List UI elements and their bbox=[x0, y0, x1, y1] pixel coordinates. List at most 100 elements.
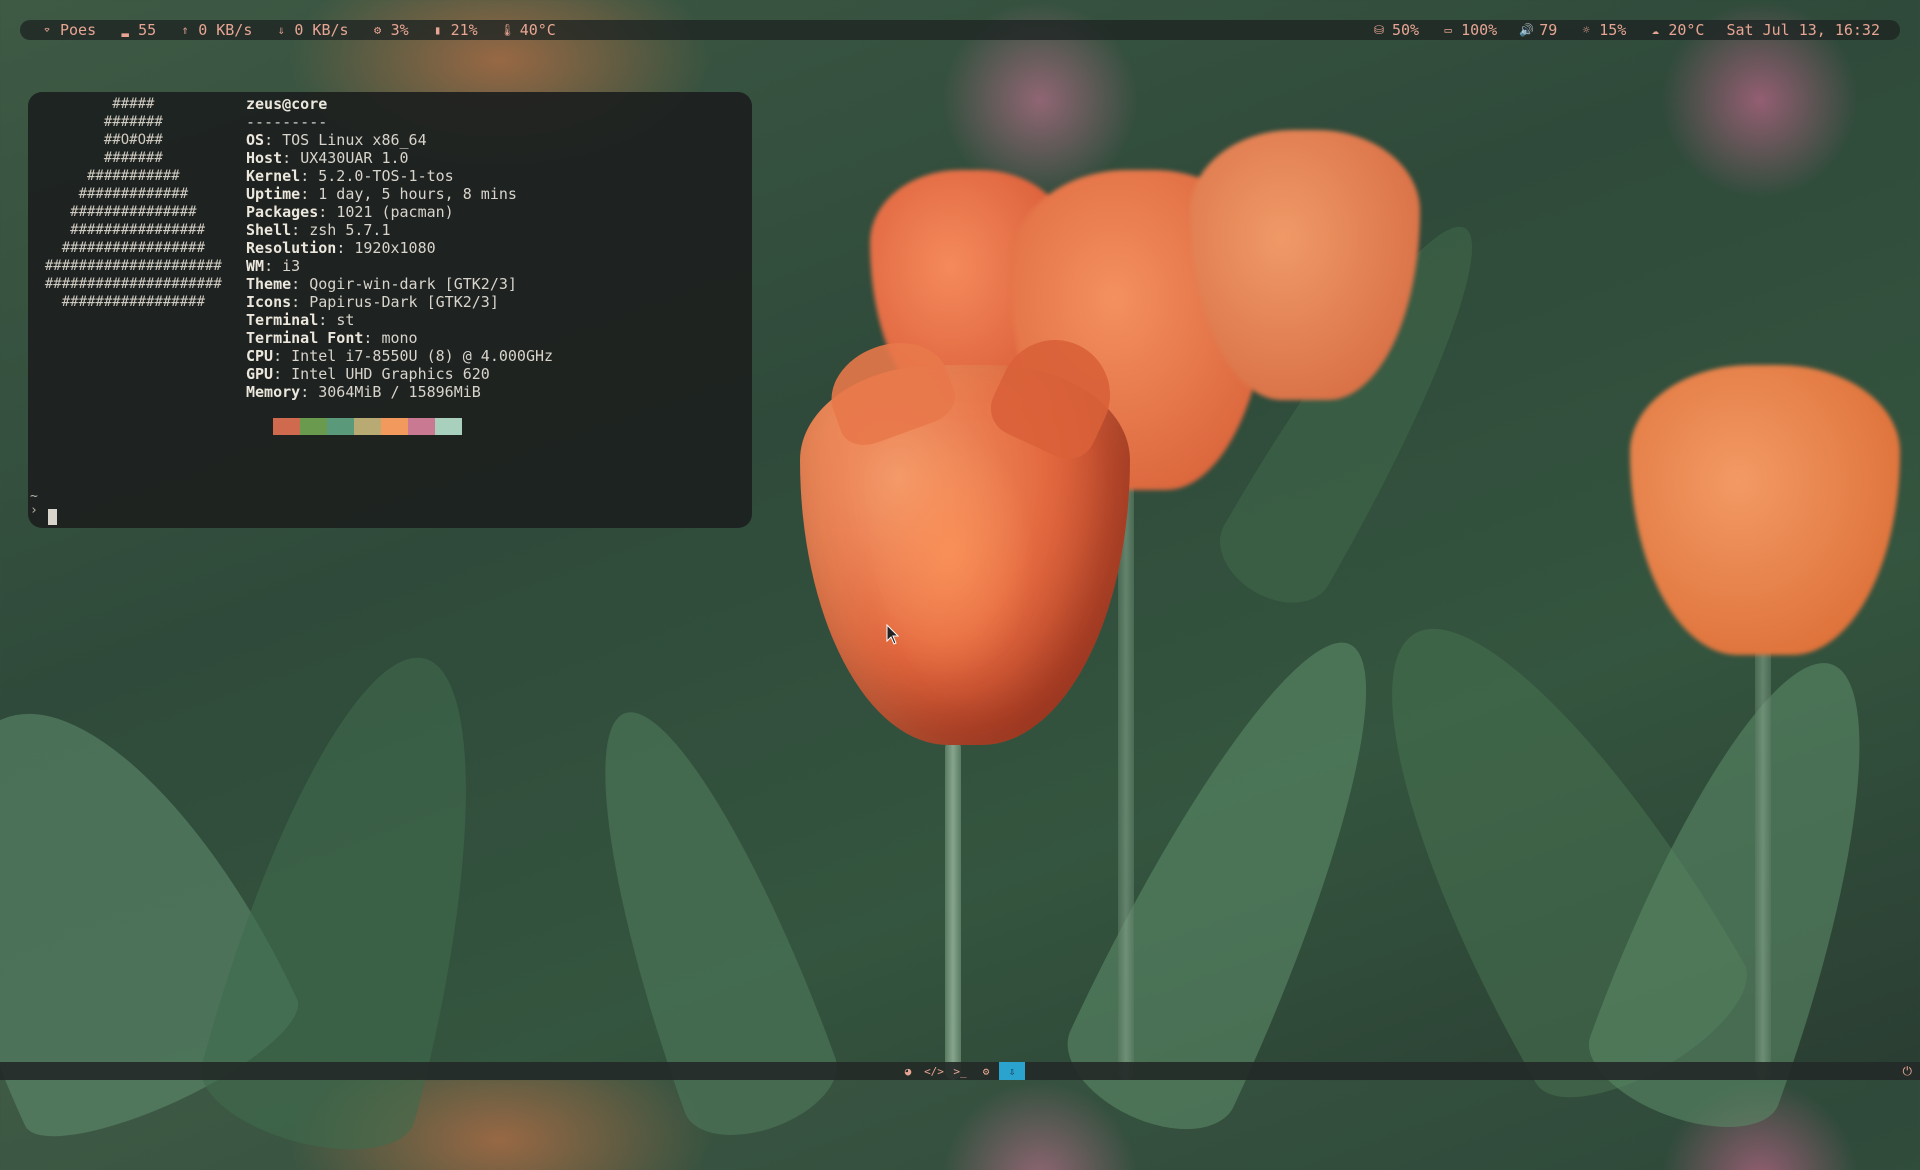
info-key: Icons bbox=[246, 293, 292, 311]
info-colon: : bbox=[291, 275, 310, 293]
settings-icon[interactable]: ⚙ bbox=[973, 1062, 999, 1080]
color-swatch bbox=[408, 418, 435, 435]
status-label: 0 KB/s bbox=[198, 21, 253, 39]
info-row: Terminal Font: mono bbox=[246, 329, 553, 347]
ascii-logo: ##### ####### ##O#O## ####### ##########… bbox=[44, 96, 222, 310]
status-label: 0 KB/s bbox=[294, 21, 349, 39]
right-item-3[interactable]: ☼ 15% bbox=[1579, 20, 1627, 40]
upload-icon: ⇑ bbox=[181, 23, 189, 37]
prompt-symbol: › bbox=[30, 503, 38, 518]
code-icon[interactable]: </> bbox=[921, 1062, 947, 1080]
info-value: 5.2.0-TOS-1-tos bbox=[318, 167, 454, 185]
color-swatch bbox=[273, 418, 300, 435]
info-row: OS: TOS Linux x86_64 bbox=[246, 131, 553, 149]
disk-icon: ⛁ bbox=[1373, 23, 1384, 37]
info-key: Terminal Font bbox=[246, 329, 364, 347]
status-label: Poes bbox=[60, 21, 97, 39]
color-swatch bbox=[381, 418, 408, 435]
firefox-icon[interactable]: ◕ bbox=[895, 1062, 921, 1080]
right-item-1[interactable]: ▭ 100% bbox=[1441, 20, 1497, 40]
power-icon[interactable]: ⏻ bbox=[1903, 1062, 1913, 1080]
info-key: Theme bbox=[246, 275, 292, 293]
info-value: Papirus-Dark [GTK2/3] bbox=[309, 293, 499, 311]
info-row: GPU: Intel UHD Graphics 620 bbox=[246, 365, 553, 383]
info-colon: : bbox=[300, 383, 319, 401]
info-colon: : bbox=[264, 257, 283, 275]
info-value: Qogir-win-dark [GTK2/3] bbox=[309, 275, 517, 293]
info-row: CPU: Intel i7-8550U (8) @ 4.000GHz bbox=[246, 347, 553, 365]
left-item-5[interactable]: ▮ 21% bbox=[431, 20, 478, 40]
battery-icon: ▭ bbox=[1444, 23, 1452, 37]
left-item-0[interactable]: ⌔ Poes bbox=[40, 20, 96, 40]
info-colon: : bbox=[318, 311, 337, 329]
info-row: Uptime: 1 day, 5 hours, 8 mins bbox=[246, 185, 553, 203]
info-row: Terminal: st bbox=[246, 311, 553, 329]
left-item-6[interactable]: 🌡 40°C bbox=[500, 20, 556, 40]
info-key: Uptime bbox=[246, 185, 301, 203]
download-icon: ⇓ bbox=[277, 23, 285, 37]
info-value: TOS Linux x86_64 bbox=[282, 131, 427, 149]
info-key: WM bbox=[246, 257, 265, 275]
left-item-4[interactable]: ⚙ 3% bbox=[371, 20, 409, 40]
info-colon: : bbox=[264, 131, 283, 149]
info-colon: : bbox=[300, 185, 319, 203]
status-label: 21% bbox=[450, 21, 478, 39]
info-value: 1 day, 5 hours, 8 mins bbox=[318, 185, 517, 203]
right-item-2[interactable]: 🔊 79 bbox=[1519, 20, 1557, 40]
info-row: Memory: 3064MiB / 15896MiB bbox=[246, 383, 553, 401]
signal-icon: ▂ bbox=[121, 23, 129, 37]
system-info: zeus@core --------- OS: TOS Linux x86_64… bbox=[246, 95, 553, 401]
status-label: 79 bbox=[1539, 21, 1558, 39]
info-colon: : bbox=[273, 365, 292, 383]
terminal-window[interactable]: ##### ####### ##O#O## ####### ##########… bbox=[28, 92, 752, 528]
right-item-5[interactable]: Sat Jul 13, 16:32 bbox=[1726, 20, 1880, 40]
status-label: 3% bbox=[390, 21, 409, 39]
volume-icon: 🔊 bbox=[1519, 23, 1535, 37]
info-key: Kernel bbox=[246, 167, 301, 185]
right-item-4[interactable]: ☁ 20°C bbox=[1648, 20, 1705, 40]
terminal-icon[interactable]: >_ bbox=[947, 1062, 973, 1080]
top-status-bar: ⌔ Poes ▂ 55 ⇑ 0 KB/s ⇓ 0 KB/s ⚙ 3% ▮ 21% 🌡 40°C ⛁ 50% ▭… bbox=[20, 20, 1900, 40]
info-colon: : bbox=[282, 149, 301, 167]
wifi-icon: ⌔ bbox=[43, 23, 51, 37]
memory-icon: ▮ bbox=[434, 23, 442, 37]
info-value: UX430UAR 1.0 bbox=[300, 149, 409, 167]
info-colon: : bbox=[363, 329, 382, 347]
separator: --------- bbox=[246, 113, 328, 131]
left-item-3[interactable]: ⇓ 0 KB/s bbox=[274, 20, 349, 40]
info-row: Icons: Papirus-Dark [GTK2/3] bbox=[246, 293, 553, 311]
info-key: Shell bbox=[246, 221, 292, 239]
status-right-group: ⛁ 50% ▭ 100% 🔊 79 ☼ 15% ☁ 20°C Sat Jul 13, 16:32 bbox=[1372, 20, 1880, 40]
info-colon: : bbox=[291, 221, 310, 239]
user-host: zeus@core bbox=[246, 95, 328, 113]
info-value: i3 bbox=[282, 257, 301, 275]
info-row: Host: UX430UAR 1.0 bbox=[246, 149, 553, 167]
info-value: mono bbox=[381, 329, 418, 347]
info-colon: : bbox=[291, 293, 310, 311]
info-key: Resolution bbox=[246, 239, 337, 257]
info-key: CPU bbox=[246, 347, 274, 365]
info-row: WM: i3 bbox=[246, 257, 553, 275]
info-value: 1920x1080 bbox=[354, 239, 436, 257]
download-icon[interactable]: ⇩ bbox=[999, 1062, 1025, 1080]
info-row: Theme: Qogir-win-dark [GTK2/3] bbox=[246, 275, 553, 293]
temperature-icon: 🌡 bbox=[499, 23, 515, 37]
info-key: Terminal bbox=[246, 311, 319, 329]
info-colon: : bbox=[336, 239, 355, 257]
status-label: 55 bbox=[138, 21, 157, 39]
status-label: 100% bbox=[1461, 21, 1498, 39]
info-key: Memory bbox=[246, 383, 301, 401]
color-swatch bbox=[300, 418, 327, 435]
info-value: st bbox=[336, 311, 355, 329]
terminal-cursor bbox=[48, 509, 57, 525]
color-swatch bbox=[354, 418, 381, 435]
right-item-0[interactable]: ⛁ 50% bbox=[1372, 20, 1419, 40]
info-value: 3064MiB / 15896MiB bbox=[318, 383, 481, 401]
left-item-1[interactable]: ▂ 55 bbox=[118, 20, 157, 40]
color-palette bbox=[273, 418, 462, 435]
info-colon: : bbox=[300, 167, 319, 185]
color-swatch bbox=[327, 418, 354, 435]
info-row: Kernel: 5.2.0-TOS-1-tos bbox=[246, 167, 553, 185]
status-label: 15% bbox=[1599, 21, 1627, 39]
left-item-2[interactable]: ⇑ 0 KB/s bbox=[178, 20, 253, 40]
